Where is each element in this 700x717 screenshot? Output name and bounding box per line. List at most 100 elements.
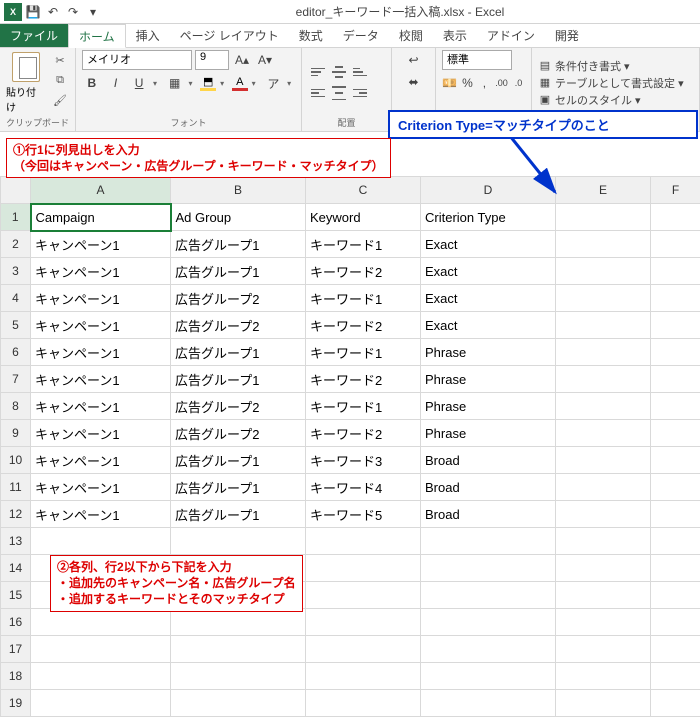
align-right-icon[interactable]: [350, 83, 370, 103]
cell-C3[interactable]: キーワード2: [306, 258, 421, 285]
cell-A19[interactable]: [31, 690, 171, 717]
underline-button[interactable]: U: [129, 73, 149, 93]
row-header[interactable]: 19: [1, 690, 31, 717]
row-header[interactable]: 3: [1, 258, 31, 285]
cell-F18[interactable]: [651, 663, 700, 690]
cell-B17[interactable]: [171, 636, 306, 663]
cut-icon[interactable]: ✂: [51, 54, 69, 72]
paste-button[interactable]: 貼り付け: [6, 52, 45, 114]
format-painter-icon[interactable]: 🖌: [51, 94, 69, 112]
col-header-B[interactable]: B: [171, 177, 306, 204]
cell-D14[interactable]: [421, 555, 556, 582]
cell-A11[interactable]: キャンペーン1: [31, 474, 171, 501]
cell-D13[interactable]: [421, 528, 556, 555]
cell-styles-button[interactable]: ▣セルのスタイル ▾: [538, 92, 684, 108]
cell-E14[interactable]: [556, 555, 651, 582]
cell-E17[interactable]: [556, 636, 651, 663]
cell-A7[interactable]: キャンペーン1: [31, 366, 171, 393]
percent-icon[interactable]: %: [461, 73, 474, 93]
cell-E8[interactable]: [556, 393, 651, 420]
cell-F17[interactable]: [651, 636, 700, 663]
format-as-table-button[interactable]: ▦テーブルとして書式設定 ▾: [538, 75, 684, 91]
cell-A1[interactable]: Campaign: [31, 204, 171, 231]
bold-button[interactable]: B: [82, 73, 102, 93]
tab-formulas[interactable]: 数式: [289, 24, 333, 47]
cell-F19[interactable]: [651, 690, 700, 717]
row-header[interactable]: 7: [1, 366, 31, 393]
cell-B1[interactable]: Ad Group: [171, 204, 306, 231]
cell-C10[interactable]: キーワード3: [306, 447, 421, 474]
fontcolor-more-icon[interactable]: ▾: [252, 79, 260, 88]
cell-F5[interactable]: [651, 312, 700, 339]
cell-C4[interactable]: キーワード1: [306, 285, 421, 312]
row-header[interactable]: 17: [1, 636, 31, 663]
col-header-F[interactable]: F: [651, 177, 700, 204]
col-header-C[interactable]: C: [306, 177, 421, 204]
cell-C11[interactable]: キーワード4: [306, 474, 421, 501]
cell-F6[interactable]: [651, 339, 700, 366]
cell-F8[interactable]: [651, 393, 700, 420]
cell-D16[interactable]: [421, 609, 556, 636]
cell-A4[interactable]: キャンペーン1: [31, 285, 171, 312]
grow-font-icon[interactable]: A▴: [232, 50, 252, 70]
cell-B9[interactable]: 広告グループ2: [171, 420, 306, 447]
cell-B12[interactable]: 広告グループ1: [171, 501, 306, 528]
cell-D15[interactable]: [421, 582, 556, 609]
cell-B13[interactable]: [171, 528, 306, 555]
font-color-button[interactable]: A: [232, 75, 248, 91]
cell-D6[interactable]: Phrase: [421, 339, 556, 366]
cell-F15[interactable]: [651, 582, 700, 609]
align-center-icon[interactable]: [329, 83, 349, 103]
cell-D1[interactable]: Criterion Type: [421, 204, 556, 231]
cell-D7[interactable]: Phrase: [421, 366, 556, 393]
tab-file[interactable]: ファイル: [0, 24, 68, 47]
cell-B10[interactable]: 広告グループ1: [171, 447, 306, 474]
cell-E13[interactable]: [556, 528, 651, 555]
currency-icon[interactable]: 💴: [442, 73, 457, 93]
cell-E4[interactable]: [556, 285, 651, 312]
row-header[interactable]: 13: [1, 528, 31, 555]
cell-C12[interactable]: キーワード5: [306, 501, 421, 528]
cell-C17[interactable]: [306, 636, 421, 663]
cell-E15[interactable]: [556, 582, 651, 609]
align-left-icon[interactable]: [308, 83, 328, 103]
row-header[interactable]: 11: [1, 474, 31, 501]
grid[interactable]: A B C D E F 1CampaignAd GroupKeywordCrit…: [0, 176, 700, 717]
fill-color-button[interactable]: ⬒: [200, 75, 216, 91]
cell-A16[interactable]: [31, 609, 171, 636]
cell-E11[interactable]: [556, 474, 651, 501]
copy-icon[interactable]: ⧉: [51, 74, 69, 92]
dec-decimal-icon[interactable]: .0: [512, 73, 525, 93]
cell-F4[interactable]: [651, 285, 700, 312]
inc-decimal-icon[interactable]: .00: [495, 73, 508, 93]
cell-F13[interactable]: [651, 528, 700, 555]
row-header[interactable]: 15: [1, 582, 31, 609]
row-header[interactable]: 1: [1, 204, 31, 231]
cell-D11[interactable]: Broad: [421, 474, 556, 501]
row-header[interactable]: 4: [1, 285, 31, 312]
cell-A8[interactable]: キャンペーン1: [31, 393, 171, 420]
font-size-select[interactable]: 9: [195, 50, 229, 70]
cell-A10[interactable]: キャンペーン1: [31, 447, 171, 474]
row-header[interactable]: 10: [1, 447, 31, 474]
cell-B11[interactable]: 広告グループ1: [171, 474, 306, 501]
cell-F14[interactable]: [651, 555, 700, 582]
cell-D3[interactable]: Exact: [421, 258, 556, 285]
font-name-select[interactable]: メイリオ: [82, 50, 192, 70]
tab-addin[interactable]: アドイン: [477, 24, 545, 47]
cell-A9[interactable]: キャンペーン1: [31, 420, 171, 447]
cell-E7[interactable]: [556, 366, 651, 393]
select-all-corner[interactable]: [1, 177, 31, 204]
underline-more-icon[interactable]: ▾: [153, 79, 161, 88]
cell-D19[interactable]: [421, 690, 556, 717]
cell-B8[interactable]: 広告グループ2: [171, 393, 306, 420]
tab-data[interactable]: データ: [333, 24, 389, 47]
cell-F1[interactable]: [651, 204, 700, 231]
cell-D9[interactable]: Phrase: [421, 420, 556, 447]
tab-insert[interactable]: 挿入: [126, 24, 170, 47]
align-middle-icon[interactable]: [329, 62, 349, 82]
cell-C8[interactable]: キーワード1: [306, 393, 421, 420]
cell-A3[interactable]: キャンペーン1: [31, 258, 171, 285]
row-header[interactable]: 12: [1, 501, 31, 528]
cell-D12[interactable]: Broad: [421, 501, 556, 528]
